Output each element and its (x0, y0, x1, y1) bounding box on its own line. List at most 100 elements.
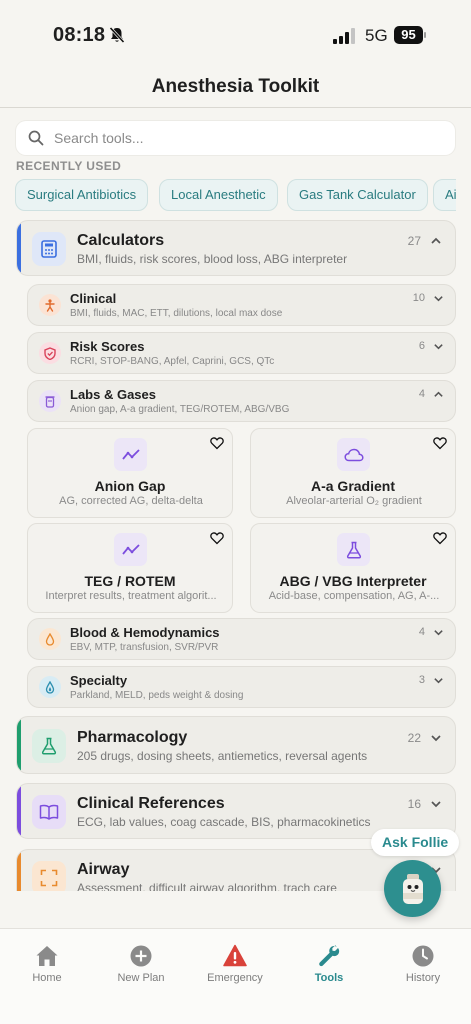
subcategory-labs-gases[interactable]: Labs & Gases Anion gap, A-a gradient, TE… (27, 380, 456, 422)
page-title: Anesthesia Toolkit (151, 76, 320, 97)
chevron-down-icon[interactable] (430, 798, 442, 810)
category-subtitle: BMI, fluids, risk scores, blood loss, AB… (77, 252, 348, 266)
nav-label: New Plan (117, 972, 165, 984)
category-calculators[interactable]: Calculators BMI, fluids, risk scores, bl… (16, 220, 456, 276)
recent-chip[interactable]: Surgical Antibiotics (15, 179, 149, 211)
tool-tile[interactable]: ABG / VBG Interpreter Acid-base, compens… (250, 523, 456, 613)
warning-icon (223, 944, 247, 967)
subcategory-title: Risk Scores (70, 339, 145, 354)
recent-chip[interactable]: Gas Tank Calculator (287, 179, 428, 211)
ask-follie-label[interactable]: Ask Follie (371, 829, 460, 856)
category-title: Pharmacology (77, 729, 188, 746)
subcategory-blood[interactable]: Blood & Hemodynamics EBV, MTP, transfusi… (27, 618, 456, 660)
tool-title: TEG / ROTEM (84, 573, 176, 589)
tool-tile[interactable]: TEG / ROTEM Interpret results, treatment… (27, 523, 233, 613)
tool-desc: Interpret results, treatment algorit... (45, 590, 217, 602)
subcategory-desc: BMI, fluids, MAC, ETT, dilutions, local … (70, 308, 283, 319)
plus-circle-icon (130, 945, 152, 967)
status-bar: 08:18 5G 95 (0, 0, 471, 68)
recent-chips: Surgical Antibiotics Local Anesthetic Ga… (15, 179, 456, 211)
trend-icon (114, 533, 147, 566)
container-icon (39, 390, 61, 412)
chevron-up-icon[interactable] (430, 235, 442, 247)
category-subtitle: 205 drugs, dosing sheets, antiemetics, r… (77, 749, 368, 763)
heart-icon[interactable] (210, 531, 224, 545)
nav-label: Tools (314, 972, 344, 984)
divider (0, 107, 471, 108)
chevron-down-icon[interactable] (433, 293, 444, 304)
subcategory-count: 4 (418, 626, 425, 638)
category-title: Calculators (77, 232, 165, 249)
nav-tools[interactable]: Tools (282, 929, 376, 999)
subcategory-title: Clinical (70, 291, 117, 306)
recent-chip[interactable]: Local Anesthetic (159, 179, 278, 211)
assistant-fab[interactable] (384, 860, 441, 917)
subcategory-count: 3 (418, 674, 425, 686)
subcategory-desc: EBV, MTP, transfusion, SVR/PVR (70, 642, 219, 653)
nav-label: Home (32, 972, 62, 984)
home-icon (36, 946, 58, 966)
tool-tile[interactable]: Anion Gap AG, corrected AG, delta-delta (27, 428, 233, 518)
subcategory-title: Blood & Hemodynamics (70, 625, 220, 640)
chevron-up-icon[interactable] (433, 389, 444, 400)
status-time: 08:18 (53, 24, 106, 46)
tool-title: Anion Gap (94, 478, 166, 494)
category-pharmacology[interactable]: Pharmacology 205 drugs, dosing sheets, a… (16, 716, 456, 774)
flask-icon (32, 729, 66, 763)
nav-emergency[interactable]: Emergency (188, 929, 282, 999)
heart-icon[interactable] (210, 436, 224, 450)
recent-chip[interactable]: Ai (433, 179, 456, 211)
subcategory-desc: Anion gap, A-a gradient, TEG/ROTEM, ABG/… (70, 404, 290, 415)
subcategory-title: Specialty (70, 673, 128, 688)
nav-new-plan[interactable]: New Plan (94, 929, 188, 999)
battery-level: 95 (394, 26, 423, 44)
nav-label: Emergency (207, 972, 263, 984)
subcategory-specialty[interactable]: Specialty Parkland, MELD, peds weight & … (27, 666, 456, 708)
category-title: Clinical References (77, 795, 225, 812)
cloud-icon (337, 438, 370, 471)
subcategory-desc: Parkland, MELD, peds weight & dosing (70, 690, 244, 701)
clock-icon (412, 945, 434, 967)
search-input[interactable] (54, 127, 434, 149)
bottom-nav: Home New Plan Emergency Tools History (0, 928, 471, 1024)
category-title: Airway (77, 861, 130, 878)
nav-home[interactable]: Home (0, 929, 94, 999)
network-label: 5G (365, 26, 388, 45)
drop-icon (39, 628, 61, 650)
chevron-down-icon[interactable] (433, 341, 444, 352)
search-bar[interactable] (16, 121, 455, 155)
tool-tile[interactable]: A-a Gradient Alveolar-arterial O₂ gradie… (250, 428, 456, 518)
tool-desc: Acid-base, compensation, AG, A-... (268, 590, 440, 602)
category-count: 22 (407, 731, 421, 745)
subcategory-risk-scores[interactable]: Risk Scores RCRI, STOP-BANG, Apfel, Capr… (27, 332, 456, 374)
chevron-down-icon[interactable] (430, 732, 442, 744)
chevron-down-icon[interactable] (433, 627, 444, 638)
nav-history[interactable]: History (376, 929, 470, 999)
battery-indicator: 95 (394, 26, 426, 44)
signal-icon (333, 28, 355, 44)
subcategory-count: 10 (412, 292, 425, 304)
tool-desc: AG, corrected AG, delta-delta (59, 495, 203, 507)
nav-label: History (405, 972, 441, 984)
heart-icon[interactable] (433, 436, 447, 450)
wrench-icon (319, 945, 340, 967)
person-icon (39, 294, 61, 316)
chevron-down-icon[interactable] (433, 675, 444, 686)
recently-used-label: RECENTLY USED (16, 159, 122, 173)
tool-title: A-a Gradient (310, 478, 395, 494)
category-count: 27 (407, 234, 421, 248)
bell-muted-icon (109, 26, 125, 44)
subcategory-clinical[interactable]: Clinical BMI, fluids, MAC, ETT, dilution… (27, 284, 456, 326)
trend-icon (114, 438, 147, 471)
category-subtitle: Assessment, difficult airway algorithm, … (77, 881, 337, 891)
heart-icon[interactable] (433, 531, 447, 545)
search-icon (28, 130, 44, 146)
calculator-icon (32, 232, 66, 266)
flame-icon (39, 676, 61, 698)
subcategory-title: Labs & Gases (70, 387, 156, 402)
subcategory-count: 4 (418, 388, 425, 400)
subcategory-count: 6 (418, 340, 425, 352)
scan-frame-icon (32, 861, 66, 891)
flask-icon (337, 533, 370, 566)
tool-title: ABG / VBG Interpreter (279, 573, 427, 589)
